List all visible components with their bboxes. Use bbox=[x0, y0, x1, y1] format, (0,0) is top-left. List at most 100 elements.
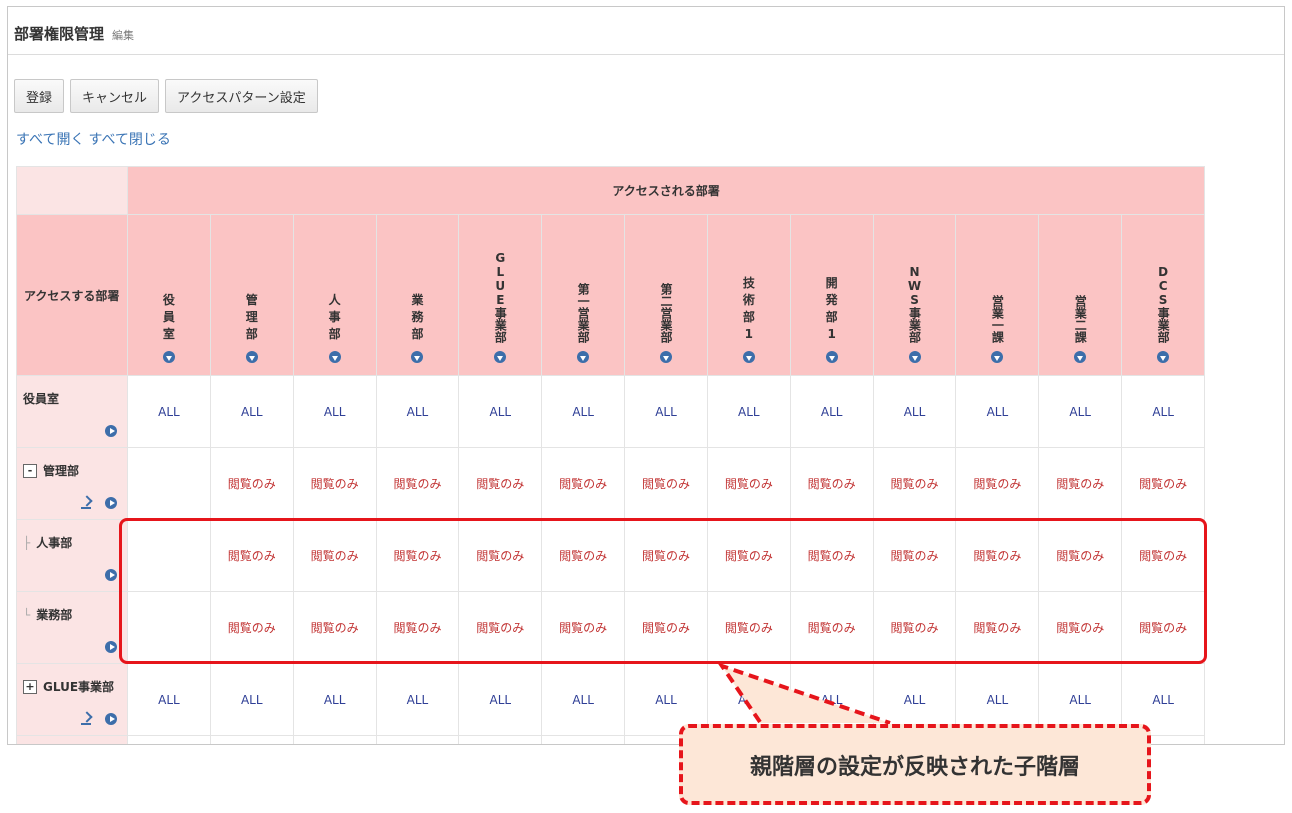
arrow-right-icon[interactable] bbox=[105, 713, 117, 725]
permission-cell[interactable] bbox=[127, 519, 211, 592]
permission-cell[interactable]: ALL bbox=[458, 663, 543, 736]
expand-all-link[interactable]: すべて開く bbox=[16, 129, 84, 149]
permission-cell[interactable]: 閲覧のみ bbox=[706, 447, 791, 520]
arrow-down-icon[interactable] bbox=[411, 351, 424, 363]
permission-cell[interactable] bbox=[541, 735, 626, 744]
permission-cell[interactable]: 閲覧のみ bbox=[541, 591, 626, 664]
permission-cell[interactable]: 閲覧のみ bbox=[706, 591, 791, 664]
arrow-down-icon[interactable] bbox=[494, 351, 507, 363]
expand-icon[interactable]: + bbox=[23, 679, 37, 694]
permission-cell[interactable]: ALL bbox=[541, 663, 626, 736]
permission-cell[interactable]: 閲覧のみ bbox=[955, 447, 1040, 520]
column-header-char: 理 bbox=[245, 310, 258, 324]
column-header-label: 管理部 bbox=[246, 292, 258, 343]
permission-cell[interactable]: 閲覧のみ bbox=[209, 519, 294, 592]
permission-cell[interactable]: 閲覧のみ bbox=[541, 447, 626, 520]
permission-cell[interactable] bbox=[292, 735, 377, 744]
permission-cell[interactable]: ALL bbox=[292, 375, 377, 448]
permission-cell[interactable]: ALL bbox=[955, 375, 1040, 448]
permission-cell[interactable]: 閲覧のみ bbox=[789, 519, 874, 592]
tree-links: すべて開く すべて閉じる bbox=[16, 129, 171, 149]
permission-cell[interactable]: ALL bbox=[375, 375, 460, 448]
permission-cell[interactable]: 閲覧のみ bbox=[789, 447, 874, 520]
arrow-down-icon[interactable] bbox=[991, 351, 1004, 363]
permission-cell[interactable]: 閲覧のみ bbox=[872, 447, 957, 520]
apply-to-children-icon[interactable] bbox=[81, 713, 91, 725]
matrix-row: ├ 人事部 閲覧のみ 閲覧のみ 閲覧のみ 閲覧のみ 閲覧のみ 閲覧のみ 閲覧のみ 閲覧のみ 閲覧のみ… bbox=[16, 519, 1206, 592]
permission-cell[interactable] bbox=[375, 735, 460, 744]
apply-to-children-icon[interactable] bbox=[81, 497, 91, 509]
permission-cell[interactable]: ALL bbox=[458, 375, 543, 448]
permission-cell[interactable]: 閲覧のみ bbox=[955, 519, 1040, 592]
permission-cell[interactable]: 閲覧のみ bbox=[789, 591, 874, 664]
arrow-down-icon[interactable] bbox=[328, 351, 341, 363]
permission-cell[interactable]: 閲覧のみ bbox=[458, 519, 543, 592]
row-header: 役員室 bbox=[16, 375, 128, 448]
permission-cell[interactable]: 閲覧のみ bbox=[872, 519, 957, 592]
permission-cell[interactable]: ALL bbox=[789, 375, 874, 448]
permission-cell[interactable]: ALL bbox=[1121, 375, 1206, 448]
arrow-down-icon[interactable] bbox=[825, 351, 838, 363]
arrow-down-icon[interactable] bbox=[1074, 351, 1087, 363]
arrow-down-icon[interactable] bbox=[742, 351, 755, 363]
arrow-down-icon[interactable] bbox=[1157, 351, 1170, 363]
permission-cell[interactable]: ALL bbox=[209, 375, 294, 448]
column-header: 第一営業部 bbox=[541, 214, 626, 376]
permission-cell[interactable] bbox=[127, 591, 211, 664]
permission-cell[interactable] bbox=[127, 735, 211, 744]
permission-cell[interactable] bbox=[127, 447, 211, 520]
page-subtitle: 編集 bbox=[112, 29, 135, 42]
permission-cell[interactable]: 閲覧のみ bbox=[292, 519, 377, 592]
permission-cell[interactable]: 閲覧のみ bbox=[1038, 519, 1123, 592]
arrow-right-icon[interactable] bbox=[105, 425, 117, 437]
arrow-down-icon[interactable] bbox=[245, 351, 258, 363]
permission-cell[interactable]: ALL bbox=[624, 375, 708, 448]
permission-cell[interactable]: 閲覧のみ bbox=[1121, 447, 1206, 520]
arrow-right-icon[interactable] bbox=[105, 641, 117, 653]
permission-cell[interactable]: 閲覧のみ bbox=[375, 519, 460, 592]
permission-cell[interactable]: ALL bbox=[706, 375, 791, 448]
permission-cell[interactable]: 閲覧のみ bbox=[209, 591, 294, 664]
permission-cell[interactable]: 閲覧のみ bbox=[375, 447, 460, 520]
permission-cell[interactable]: 閲覧のみ bbox=[1038, 447, 1123, 520]
permission-cell[interactable]: ALL bbox=[127, 375, 211, 448]
permission-cell[interactable] bbox=[209, 735, 294, 744]
permission-cell[interactable]: ALL bbox=[541, 375, 626, 448]
permission-cell[interactable]: ALL bbox=[1038, 375, 1123, 448]
permission-cell[interactable]: ALL bbox=[872, 375, 957, 448]
permission-cell[interactable]: 閲覧のみ bbox=[1121, 591, 1206, 664]
permission-cell[interactable]: 閲覧のみ bbox=[292, 447, 377, 520]
permission-cell[interactable]: 閲覧のみ bbox=[624, 519, 708, 592]
permission-cell[interactable]: 閲覧のみ bbox=[209, 447, 294, 520]
permission-cell[interactable]: 閲覧のみ bbox=[541, 519, 626, 592]
access-pattern-button[interactable]: アクセスパターン設定 bbox=[165, 79, 318, 113]
arrow-down-icon[interactable] bbox=[162, 351, 175, 363]
arrow-right-icon[interactable] bbox=[105, 569, 117, 581]
permission-cell[interactable]: ALL bbox=[375, 663, 460, 736]
permission-cell[interactable]: ALL bbox=[127, 663, 211, 736]
permission-cell[interactable]: 閲覧のみ bbox=[624, 591, 708, 664]
row-header: ├ 人事部 bbox=[16, 519, 128, 592]
column-header-label: 第二営業部 bbox=[658, 283, 673, 343]
arrow-down-icon[interactable] bbox=[577, 351, 590, 363]
permission-cell[interactable]: ALL bbox=[209, 663, 294, 736]
permission-cell[interactable]: 閲覧のみ bbox=[706, 519, 791, 592]
permission-cell[interactable]: 閲覧のみ bbox=[955, 591, 1040, 664]
arrow-down-icon[interactable] bbox=[908, 351, 921, 363]
register-button[interactable]: 登録 bbox=[14, 79, 65, 113]
cancel-button[interactable]: キャンセル bbox=[70, 79, 160, 113]
permission-cell[interactable]: 閲覧のみ bbox=[1121, 519, 1206, 592]
permission-cell[interactable]: ALL bbox=[292, 663, 377, 736]
permission-cell[interactable] bbox=[458, 735, 543, 744]
permission-cell[interactable]: 閲覧のみ bbox=[458, 447, 543, 520]
permission-cell[interactable]: 閲覧のみ bbox=[458, 591, 543, 664]
permission-cell[interactable]: 閲覧のみ bbox=[624, 447, 708, 520]
permission-cell[interactable]: 閲覧のみ bbox=[375, 591, 460, 664]
permission-cell[interactable]: 閲覧のみ bbox=[1038, 591, 1123, 664]
permission-cell[interactable]: 閲覧のみ bbox=[872, 591, 957, 664]
arrow-down-icon[interactable] bbox=[659, 351, 672, 363]
collapse-icon[interactable]: - bbox=[23, 463, 37, 478]
permission-cell[interactable]: 閲覧のみ bbox=[292, 591, 377, 664]
arrow-right-icon[interactable] bbox=[105, 497, 117, 509]
collapse-all-link[interactable]: すべて閉じる bbox=[88, 129, 170, 149]
